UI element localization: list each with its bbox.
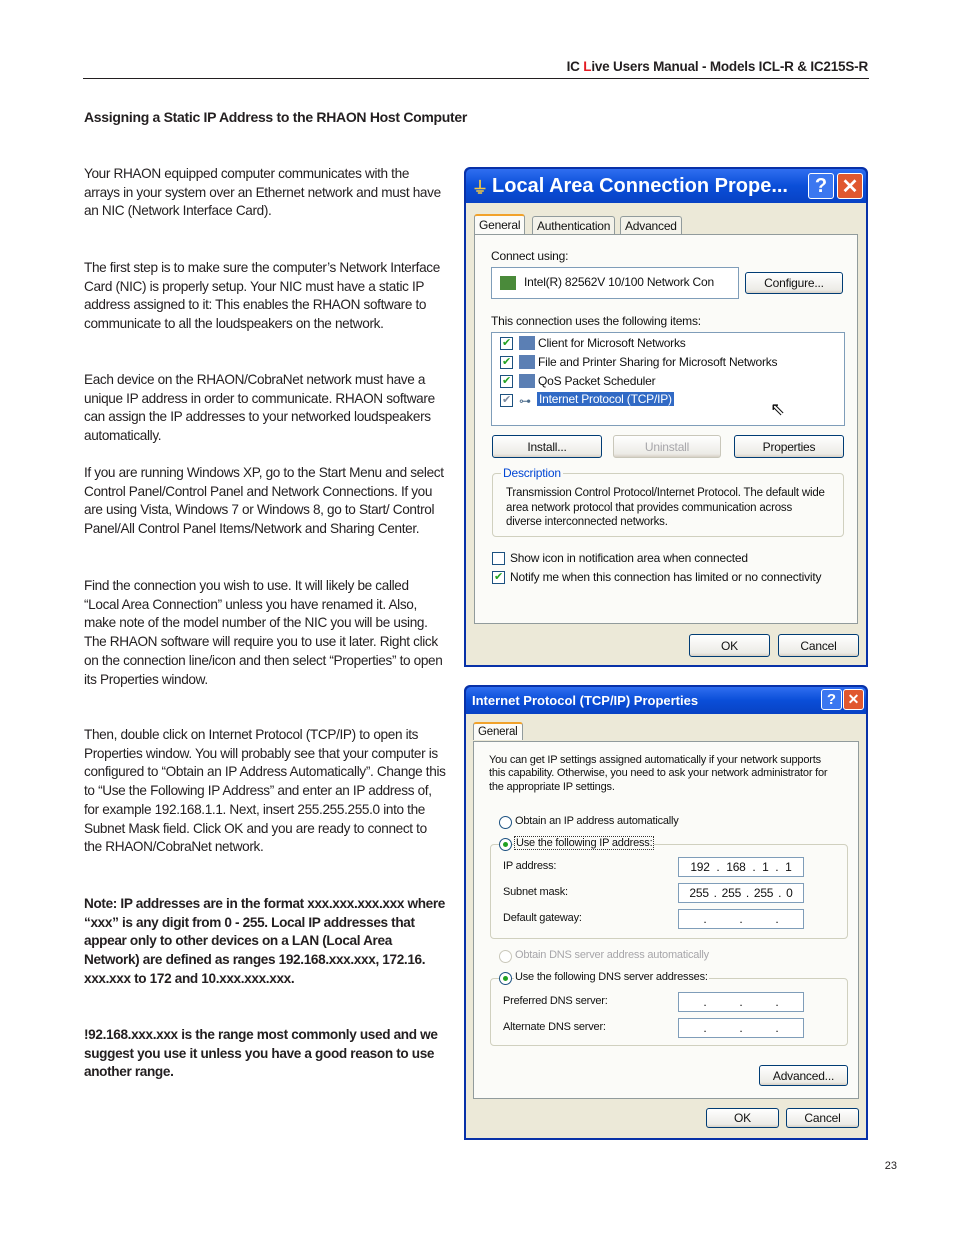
use-ip-radio[interactable] xyxy=(499,838,512,851)
paragraph: Find the connection you wish to use. It … xyxy=(84,578,443,687)
obtain-ip-radio[interactable] xyxy=(499,816,512,829)
list-item-selected[interactable]: Internet Protocol (TCP/IP) xyxy=(537,392,674,406)
ok-button[interactable]: OK xyxy=(706,1108,779,1128)
show-icon-label: Show icon in notification area when conn… xyxy=(510,551,748,565)
alternate-dns-label: Alternate DNS server: xyxy=(503,1021,606,1033)
adapter-name: Intel(R) 82562V 10/100 Network Con xyxy=(524,275,714,289)
mouse-cursor-icon: ⇖ xyxy=(770,399,785,419)
paragraph: Then, double click on Internet Protocol … xyxy=(84,727,446,855)
close-button[interactable]: ✕ xyxy=(843,689,864,710)
obtain-dns-label: Obtain DNS server address automatically xyxy=(515,949,709,961)
configure-button[interactable]: Configure... xyxy=(745,272,843,294)
use-dns-label: Use the following DNS server addresses: xyxy=(514,971,709,983)
paragraph: Your RHAON equipped computer communicate… xyxy=(84,166,441,219)
connect-using-label: Connect using: xyxy=(491,249,569,263)
dialog-title: Local Area Connection Prope... xyxy=(492,174,788,197)
subnet-mask-label: Subnet mask: xyxy=(503,886,568,898)
running-header: IC Live Users Manual - Models ICL-R & IC… xyxy=(566,59,869,74)
item-checkbox[interactable]: ✔ xyxy=(500,375,513,388)
default-gateway-field[interactable]: ... xyxy=(678,909,804,929)
properties-button[interactable]: Properties xyxy=(734,435,844,458)
uninstall-button[interactable]: Uninstall xyxy=(613,435,721,458)
preferred-dns-label: Preferred DNS server: xyxy=(503,995,608,1007)
note-paragraph: Note: IP addresses are in the format xxx… xyxy=(84,896,446,986)
install-button[interactable]: Install... xyxy=(492,435,602,458)
paragraph: The first step is to make sure the compu… xyxy=(84,260,440,332)
cancel-button[interactable]: Cancel xyxy=(786,1108,859,1128)
tab-general[interactable]: General xyxy=(474,214,526,234)
paragraph: If you are running Windows XP, go to the… xyxy=(84,465,444,537)
local-area-connection-dialog: ⏚ Local Area Connection Prope... ? ✕ Gen… xyxy=(464,167,868,667)
item-checkbox[interactable]: ✔ xyxy=(500,337,513,350)
adapter-field: Intel(R) 82562V 10/100 Network Con xyxy=(491,267,739,299)
paragraph: Each device on the RHAON/CobraNet networ… xyxy=(84,372,435,444)
page-number: 23 xyxy=(884,1160,897,1172)
tab-advanced[interactable]: Advanced xyxy=(620,216,682,235)
notify-checkbox[interactable]: ✔ xyxy=(492,571,505,584)
list-item[interactable]: QoS Packet Scheduler xyxy=(538,374,656,388)
description-label: Description xyxy=(501,466,563,480)
use-dns-radio[interactable] xyxy=(499,972,512,985)
subnet-mask-field[interactable]: 255. 255. 255. 0 xyxy=(678,883,804,903)
list-item[interactable]: Client for Microsoft Networks xyxy=(538,336,686,350)
protocol-icon: ⊶ xyxy=(519,394,531,408)
title-bar: Internet Protocol (TCP/IP) Properties ? … xyxy=(466,687,866,714)
title-bar: ⏚ Local Area Connection Prope... ? ✕ xyxy=(466,169,866,203)
header-rule xyxy=(83,78,869,79)
list-item[interactable]: File and Printer Sharing for Microsoft N… xyxy=(538,355,778,369)
close-button[interactable]: ✕ xyxy=(837,173,863,199)
notify-label: Notify me when this connection has limit… xyxy=(510,570,822,584)
help-button[interactable]: ? xyxy=(821,689,842,710)
network-card-icon xyxy=(500,276,516,290)
computer-icon xyxy=(519,374,535,388)
obtain-dns-radio[interactable] xyxy=(499,950,512,963)
tab-general[interactable]: General xyxy=(473,722,523,740)
description-group: Description Transmission Control Protoco… xyxy=(492,466,844,537)
tab-authentication[interactable]: Authentication xyxy=(532,216,616,235)
dialog-title: Internet Protocol (TCP/IP) Properties xyxy=(472,693,699,708)
ip-address-label: IP address: xyxy=(503,860,557,872)
tcpip-properties-dialog: Internet Protocol (TCP/IP) Properties ? … xyxy=(464,685,868,1140)
cancel-button[interactable]: Cancel xyxy=(778,634,859,657)
ok-button[interactable]: OK xyxy=(689,634,770,657)
preferred-dns-field[interactable]: ... xyxy=(678,992,804,1012)
section-title: Assigning a Static IP Address to the RHA… xyxy=(84,109,468,125)
network-icon: ⏚ xyxy=(472,180,489,197)
note-paragraph: !92.168.xxx.xxx is the range most common… xyxy=(84,1027,438,1080)
description-text: Transmission Control Protocol/Internet P… xyxy=(506,487,825,528)
items-label: This connection uses the following items… xyxy=(491,314,701,328)
item-checkbox[interactable]: ✔ xyxy=(500,356,513,369)
show-icon-checkbox[interactable] xyxy=(492,552,505,565)
item-checkbox[interactable]: ✔ xyxy=(500,394,513,407)
alternate-dns-field[interactable]: ... xyxy=(678,1018,804,1038)
computer-icon xyxy=(519,355,535,369)
default-gateway-label: Default gateway: xyxy=(503,912,582,924)
advanced-button[interactable]: Advanced... xyxy=(759,1065,848,1086)
intro-text: You can get IP settings assigned automat… xyxy=(489,754,828,793)
obtain-ip-label: Obtain an IP address automatically xyxy=(515,815,679,827)
use-ip-label: Use the following IP address: xyxy=(514,836,655,850)
ip-address-field[interactable]: 192. 168. 1. 1 xyxy=(678,857,804,877)
help-button[interactable]: ? xyxy=(808,173,834,199)
computer-icon xyxy=(519,336,535,350)
items-list: ✔ Client for Microsoft Networks ✔ File a… xyxy=(491,332,845,426)
